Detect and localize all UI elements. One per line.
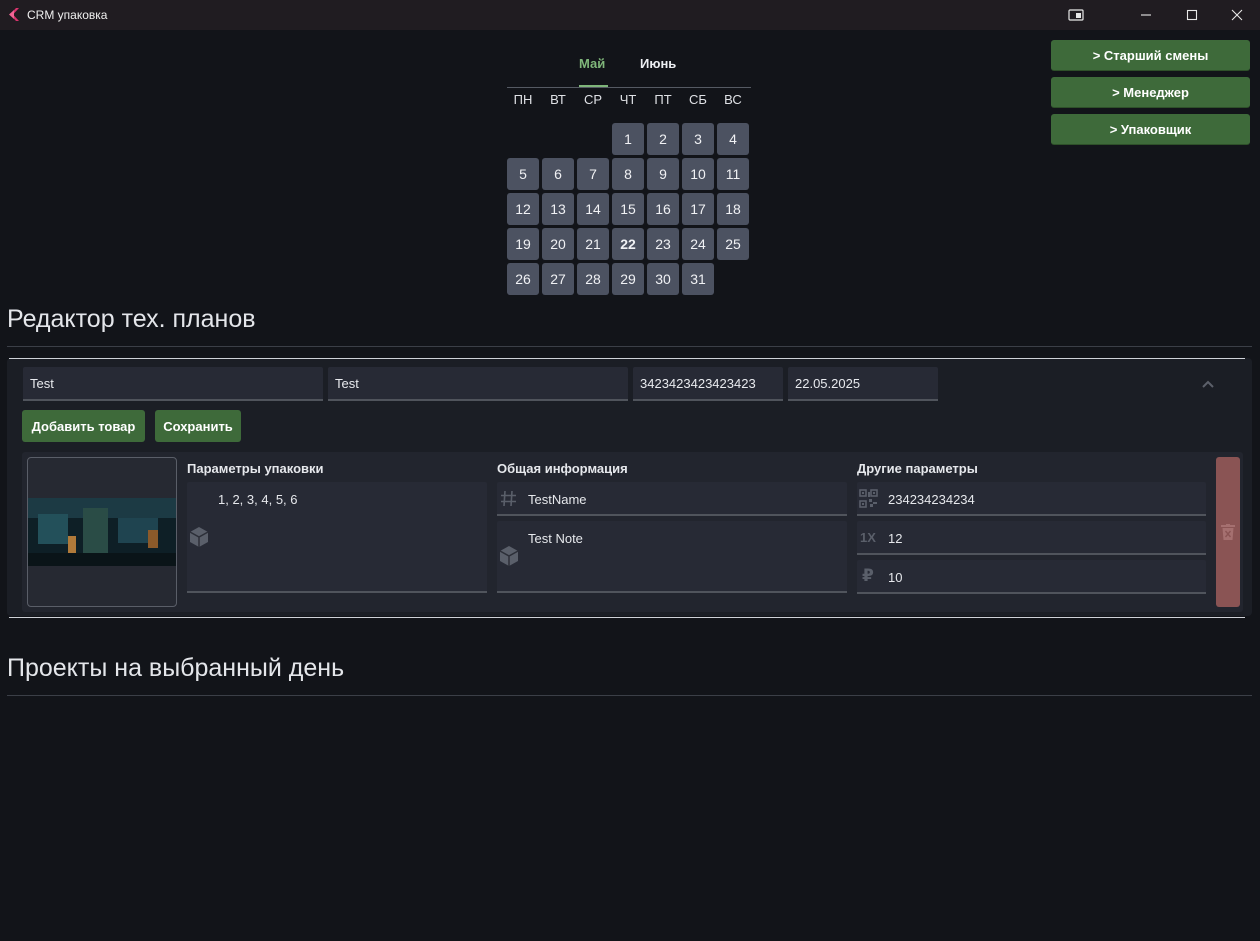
other-params-label: Другие параметры [857,461,978,476]
calendar-day[interactable]: 28 [577,263,609,295]
projects-title: Проекты на выбранный день [7,654,345,682]
minimize-button[interactable] [1123,0,1169,30]
calendar-day[interactable]: 17 [682,193,714,225]
quantity-icon: 1X [860,530,876,545]
calendar-day[interactable]: 14 [577,193,609,225]
plan-client-field[interactable]: Test [328,367,628,401]
calendar-day[interactable]: 21 [577,228,609,260]
calendar-day[interactable]: 25 [717,228,749,260]
note-value: Test Note [528,531,583,546]
shift-lead-button[interactable]: > Старший смены [1051,40,1250,71]
calendar-day[interactable]: 31 [682,263,714,295]
weekday-header: ВТ [550,92,566,107]
calendar-day[interactable]: 5 [507,158,539,190]
window-title: CRM упаковка [27,8,108,22]
calendar-day[interactable]: 13 [542,193,574,225]
calendar-day[interactable]: 4 [717,123,749,155]
trash-icon [1221,524,1235,540]
panel-bottom-border [9,617,1245,618]
calendar-day[interactable]: 18 [717,193,749,225]
calendar-day[interactable]: 3 [682,123,714,155]
maximize-button[interactable] [1169,0,1215,30]
qr-code-icon [859,489,878,508]
pin-icon [1068,9,1084,21]
manager-button[interactable]: > Менеджер [1051,77,1250,108]
calendar-day[interactable]: 23 [647,228,679,260]
quantity-field[interactable] [857,521,1206,555]
package-icon [189,527,209,547]
calendar-day-selected[interactable]: 22 [612,228,644,260]
price-field[interactable] [857,560,1206,594]
calendar-day[interactable]: 24 [682,228,714,260]
maximize-icon [1186,9,1198,21]
quantity-value: 12 [888,531,903,546]
calendar-day[interactable]: 20 [542,228,574,260]
product-image[interactable] [27,457,177,607]
calendar-day[interactable]: 26 [507,263,539,295]
weekday-header: ВС [724,92,742,107]
ruble-icon: ₽ [862,566,874,585]
window-titlebar: CRM упаковка [0,0,1260,30]
calendar-day[interactable]: 6 [542,158,574,190]
close-icon [1231,9,1243,21]
product-photo [28,498,176,566]
weekday-header: ПН [513,92,533,107]
hash-icon [501,490,516,507]
calendar-day[interactable]: 30 [647,263,679,295]
weekday-header: ЧТ [619,92,637,107]
minimize-icon [1141,14,1151,16]
month-tab-june[interactable]: Июнь [640,56,676,71]
note-package-icon [499,546,519,566]
calendar-day[interactable]: 7 [577,158,609,190]
calendar-day[interactable]: 1 [612,123,644,155]
calendar-day[interactable]: 15 [612,193,644,225]
plan-code-field[interactable]: 3423423423423423 [633,367,783,401]
add-product-button[interactable]: Добавить товар [22,410,145,442]
product-name-value: TestName [528,492,587,507]
delete-product-button[interactable] [1216,457,1240,607]
plan-name-field[interactable]: Test [23,367,323,401]
calendar-day[interactable]: 27 [542,263,574,295]
calendar-day[interactable]: 16 [647,193,679,225]
plan-date-field[interactable]: 22.05.2025 [788,367,938,401]
projects-title-divider [7,695,1252,696]
calendar-day[interactable]: 10 [682,158,714,190]
barcode-value: 234234234234 [888,492,975,507]
calendar-day[interactable]: 12 [507,193,539,225]
calendar-day[interactable]: 2 [647,123,679,155]
app-logo-icon [9,8,19,21]
packer-button[interactable]: > Упаковщик [1051,114,1250,145]
editor-title: Редактор тех. планов [7,305,256,333]
month-tabs-divider [507,87,751,88]
general-info-label: Общая информация [497,461,628,476]
price-value: 10 [888,570,903,585]
calendar-day[interactable]: 19 [507,228,539,260]
calendar-day[interactable]: 9 [647,158,679,190]
weekday-header: СБ [689,92,707,107]
collapse-chevron-up-icon[interactable] [1200,378,1216,390]
panel-top-border [9,358,1245,359]
packaging-params-value: 1, 2, 3, 4, 5, 6 [218,492,298,507]
calendar-day[interactable]: 11 [717,158,749,190]
weekday-header: ПТ [654,92,672,107]
packaging-params-label: Параметры упаковки [187,461,324,476]
close-button[interactable] [1214,0,1260,30]
calendar-day[interactable]: 29 [612,263,644,295]
calendar-day[interactable]: 8 [612,158,644,190]
save-button[interactable]: Сохранить [155,410,241,442]
month-tab-may[interactable]: Май [579,56,605,71]
pin-button[interactable] [1053,0,1099,30]
weekday-header: СР [583,92,603,107]
editor-title-divider [7,346,1252,347]
